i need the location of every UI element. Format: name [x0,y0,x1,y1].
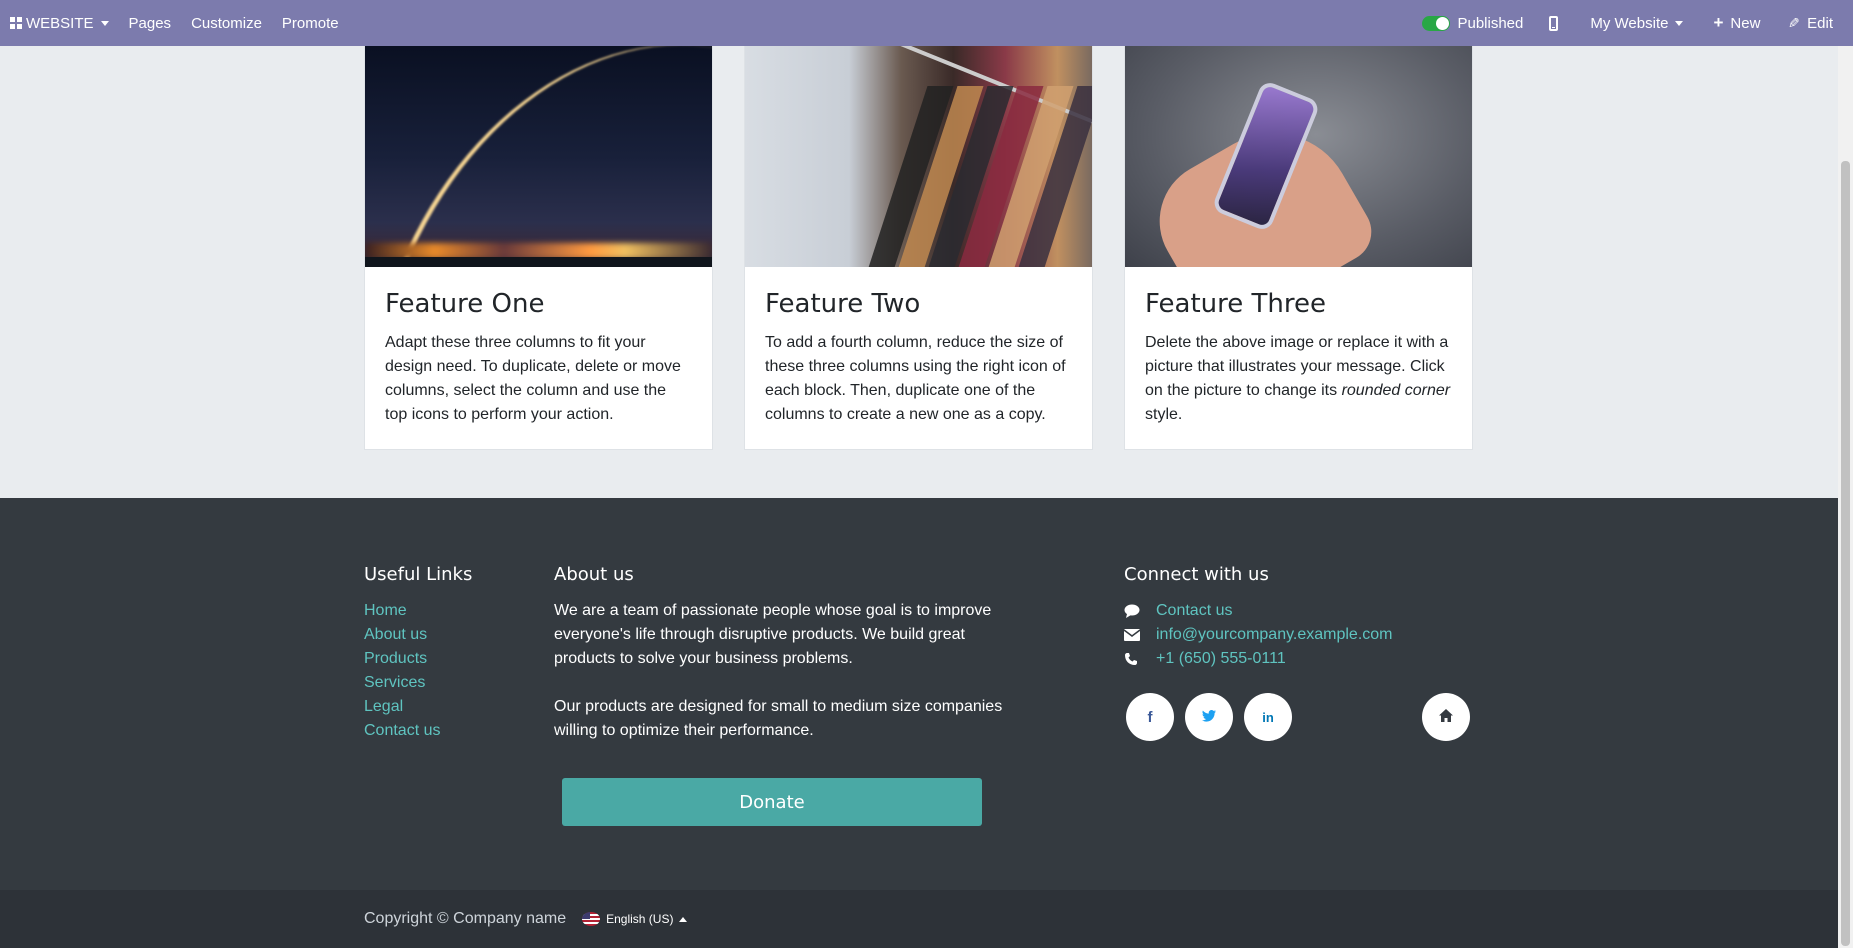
feature-card: Feature One Adapt these three columns to… [364,46,713,450]
mobile-icon [1549,15,1559,31]
caret-up-icon [679,916,688,922]
email-link[interactable]: info@yourcompany.example.com [1156,623,1393,647]
clothes-rack-image[interactable] [745,46,1092,267]
footer-link-about[interactable]: About us [364,623,472,647]
connect-title: Connect with us [1124,564,1269,585]
new-label: New [1730,14,1761,32]
page-scrollbar[interactable] [1838,46,1853,948]
footer: Useful Links Home About us Products Serv… [0,498,1838,890]
footer-link-legal[interactable]: Legal [364,695,472,719]
footer-link-products[interactable]: Products [364,647,472,671]
twitter-button[interactable] [1185,693,1233,741]
toggle-switch-icon [1422,15,1451,31]
copyright-bar: Copyright © Company name English (US) [0,890,1838,948]
about-us-column: About us We are a team of passionate peo… [554,564,1004,743]
feature-title: Feature Three [1145,289,1326,319]
pencil-icon: ✎ [1788,14,1801,31]
edit-label: Edit [1807,14,1833,32]
facebook-button[interactable]: f [1126,693,1174,741]
useful-links-title: Useful Links [364,564,473,585]
apps-grid-icon [10,17,22,29]
published-toggle[interactable]: Published [1412,0,1537,46]
rocket-launch-image[interactable] [365,46,712,267]
comment-icon [1124,604,1156,618]
mobile-preview-button[interactable] [1537,0,1580,46]
phone-row: +1 (650) 555-0111 [1124,647,1474,671]
footer-link-contact[interactable]: Contact us [364,719,472,743]
home-button[interactable] [1422,693,1470,741]
language-selector[interactable]: English (US) [582,912,688,926]
phone-in-hand-image[interactable] [1125,46,1472,267]
feature-text: Adapt these three columns to fit your de… [385,334,681,423]
website-admin-bar: WEBSITE Pages Customize Promote Publishe… [0,0,1853,46]
footer-link-services[interactable]: Services [364,671,472,695]
caret-down-icon [1675,20,1684,26]
linkedin-icon: in [1262,709,1274,725]
features-section: Feature One Adapt these three columns to… [0,46,1838,498]
feature-title: Feature One [385,289,545,319]
about-paragraph: We are a team of passionate people whose… [554,602,992,667]
pages-menu[interactable]: Pages [119,0,182,46]
feature-text: Delete the above image or replace it wit… [1145,334,1451,423]
useful-links-column: Useful Links Home About us Products Serv… [364,564,472,743]
promote-menu[interactable]: Promote [272,0,349,46]
website-switcher[interactable]: My Website [1580,0,1703,46]
facebook-icon: f [1147,708,1153,726]
email-row: info@yourcompany.example.com [1124,623,1474,647]
apps-menu-button[interactable]: WEBSITE [0,0,119,46]
plus-icon: + [1713,13,1724,32]
feature-title: Feature Two [765,289,921,319]
linkedin-button[interactable]: in [1244,693,1292,741]
copyright-text: Copyright © Company name [364,910,567,927]
app-label: WEBSITE [26,14,94,32]
phone-icon [1124,652,1156,666]
published-label: Published [1457,14,1524,32]
feature-text: To add a fourth column, reduce the size … [765,334,1066,423]
phone-link[interactable]: +1 (650) 555-0111 [1156,647,1286,671]
about-paragraph: Our products are designed for small to m… [554,698,1003,739]
edit-button[interactable]: ✎ Edit [1778,0,1843,46]
us-flag-icon [582,912,601,926]
new-button[interactable]: + New [1703,0,1778,46]
website-label: My Website [1590,14,1669,32]
contact-us-link[interactable]: Contact us [1156,599,1232,623]
envelope-icon [1124,629,1156,641]
donate-button[interactable]: Donate [562,778,982,826]
feature-card: Feature Three Delete the above image or … [1124,46,1473,450]
language-label: English (US) [606,912,674,926]
feature-card: Feature Two To add a fourth column, redu… [744,46,1093,450]
customize-menu[interactable]: Customize [181,0,272,46]
caret-down-icon [100,20,109,26]
contact-row: Contact us [1124,599,1474,623]
scrollbar-thumb[interactable] [1841,161,1850,946]
twitter-icon [1202,709,1216,726]
home-icon [1439,708,1453,726]
connect-column: Connect with us Contact us info@yourcomp… [1124,564,1474,671]
about-title: About us [554,564,634,585]
footer-link-home[interactable]: Home [364,599,472,623]
